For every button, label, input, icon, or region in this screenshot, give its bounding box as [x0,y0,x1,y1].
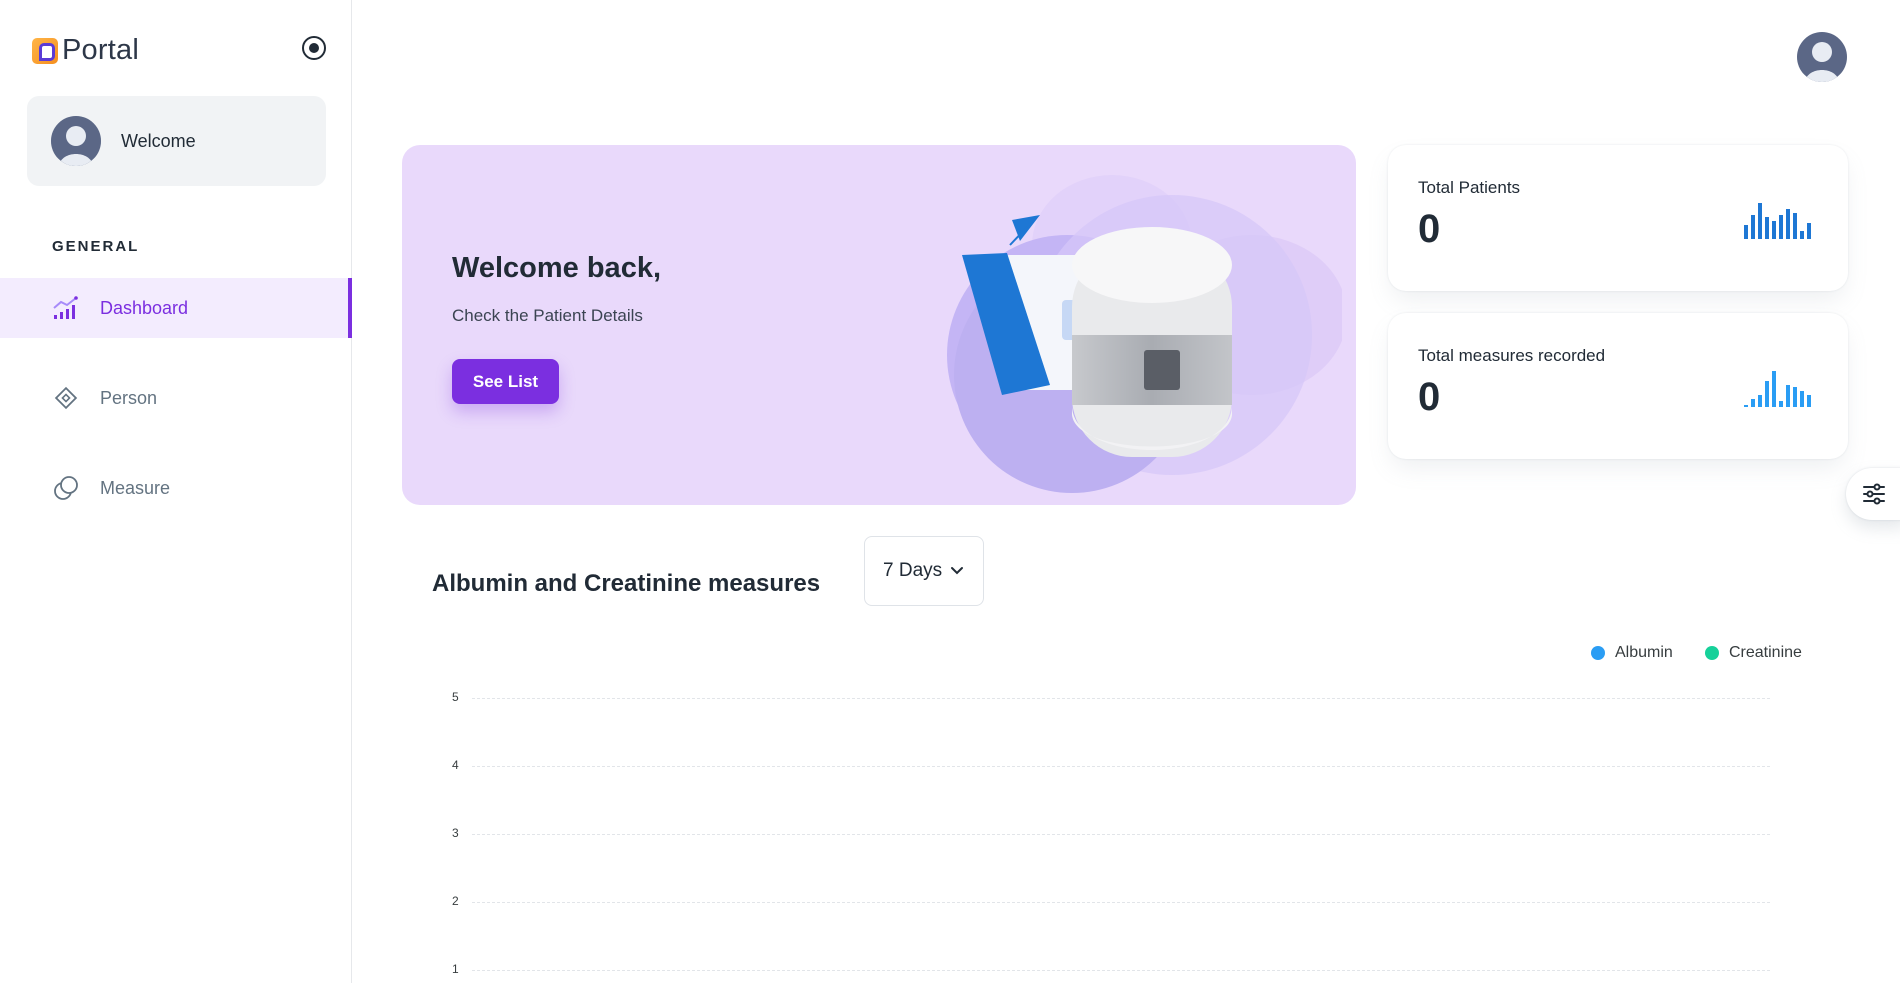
stat-value: 0 [1418,375,1441,419]
grid-line [472,834,1770,835]
account-name: Welcome [121,130,196,151]
date-range-value: 7 Days [883,560,943,581]
legend-marker [1705,646,1719,660]
grid-line [472,970,1770,971]
nav-subheader: GENERAL [52,238,140,255]
app-root: Portal Welcome GENERAL Dashboard Person … [0,0,1900,983]
legend-item-creatinine[interactable]: Creatinine [1705,644,1802,662]
collapse-sidebar-toggle-icon[interactable] [302,36,326,60]
welcome-card: Welcome back, Check the Patient Details … [402,145,1356,505]
sidebar-item-label: Person [100,387,158,408]
stat-card-total-patients: Total Patients 0 [1388,145,1848,291]
settings-drawer-button[interactable] [1846,468,1900,520]
stat-label: Total measures recorded [1418,346,1606,365]
grid-line [472,766,1770,767]
logo-icon [32,37,58,64]
chevron-down-icon [951,567,964,575]
chart-title: Albumin and Creatinine measures [432,570,821,597]
logo-text: Portal [62,34,139,66]
y-tick-label: 2 [452,894,459,908]
circles-icon [52,474,80,502]
legend-marker [1591,646,1605,660]
y-tick-label: 5 [452,690,459,704]
sidebar: Portal Welcome GENERAL Dashboard Person … [0,0,352,983]
sidebar-item-dashboard[interactable]: Dashboard [0,278,352,338]
y-tick-label: 4 [452,758,459,772]
stat-value: 0 [1418,207,1441,251]
grid-line [472,902,1770,903]
legend-label: Creatinine [1729,644,1802,661]
sidebar-item-person[interactable]: Person [0,368,352,428]
account-card[interactable]: Welcome [27,96,326,186]
y-tick-label: 1 [452,962,459,976]
sparkline-bar-icon [1744,203,1811,239]
sidebar-item-label: Dashboard [100,297,189,318]
user-silhouette-icon [1797,32,1847,82]
date-range-select[interactable]: 7 Days [864,536,984,606]
legend-label: Albumin [1615,644,1673,661]
device-illustration [947,175,1342,493]
stat-label: Total Patients [1418,178,1521,197]
sidebar-item-label: Measure [100,477,171,498]
sidebar-item-measure[interactable]: Measure [0,458,352,518]
sparkline-bar-icon [1744,371,1811,407]
avatar [51,116,101,166]
diamond-icon [52,384,80,412]
welcome-title: Welcome back, [452,252,662,284]
sliders-icon [1863,483,1885,505]
y-tick-label: 3 [452,826,459,840]
grid-line [472,698,1770,699]
line-chart: 5 4 3 2 1 [440,680,1780,983]
chart-icon [52,294,80,322]
stat-card-total-measures: Total measures recorded 0 [1388,313,1848,459]
logo[interactable]: Portal [32,34,139,67]
user-silhouette-icon [51,116,101,166]
see-list-button[interactable]: See List [452,359,559,404]
legend-item-albumin[interactable]: Albumin [1591,644,1673,662]
account-avatar-button[interactable] [1797,32,1847,82]
welcome-subtitle: Check the Patient Details [452,306,643,325]
